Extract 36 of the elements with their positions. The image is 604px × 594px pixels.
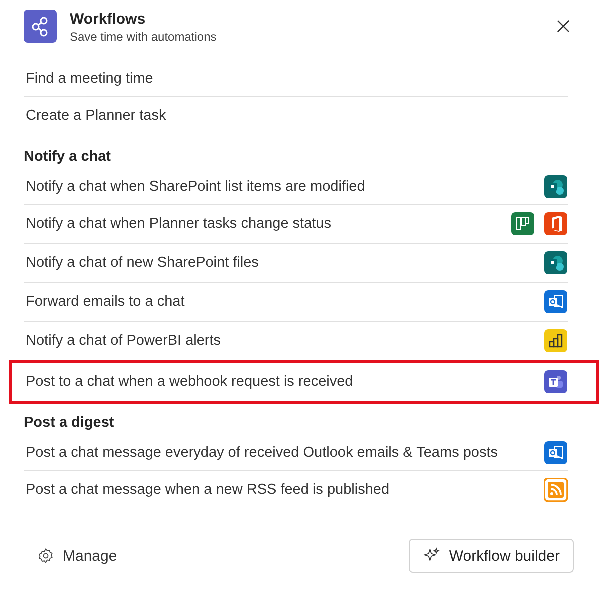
workflow-item[interactable]: Post to a chat when a webhook request is received: [12, 363, 596, 401]
workflow-item[interactable]: Post a chat message everyday of received Outlook emails & Teams posts: [24, 435, 568, 471]
workflow-label: Post a chat message when a new RSS feed is published: [26, 482, 390, 498]
workflow-item[interactable]: Create a Planner task: [24, 97, 568, 135]
workflow-builder-button[interactable]: Workflow builder: [409, 539, 574, 573]
workflow-label: Post a chat message everyday of received Outlook emails & Teams posts: [26, 444, 498, 460]
workflow-label: Post to a chat when a webhook request is received: [26, 374, 354, 390]
workflow-label: Notify a chat of PowerBI alerts: [26, 333, 222, 349]
section-heading: Post a digest: [24, 415, 116, 431]
section-heading: Notify a chat: [24, 149, 112, 165]
share-icon: [24, 10, 57, 43]
workflow-item[interactable]: Notify a chat when Planner tasks change status: [24, 205, 568, 244]
teams-icon: [544, 370, 568, 394]
manage-button[interactable]: Manage: [24, 547, 118, 565]
office-icon: [544, 212, 568, 236]
workflow-item[interactable]: Notify a chat when SharePoint list items are modified: [24, 169, 568, 205]
panel-title: Workflows: [70, 10, 147, 29]
workflow-label: Notify a chat when Planner tasks change status: [26, 216, 332, 232]
close-icon[interactable]: [557, 20, 570, 33]
workflow-item[interactable]: Find a meeting time: [24, 61, 568, 97]
workflow-item[interactable]: Notify a chat of new SharePoint files: [24, 244, 568, 283]
sharepoint-icon: [544, 174, 568, 198]
workflow-item[interactable]: Notify a chat of PowerBI alerts: [24, 322, 568, 361]
workflow-label: Forward emails to a chat: [26, 294, 185, 310]
workflow-item[interactable]: Forward emails to a chat: [24, 283, 568, 322]
outlook-icon: [544, 290, 568, 314]
outlook-icon: [544, 440, 568, 464]
workflow-item[interactable]: Post a chat message when a new RSS feed is published: [24, 471, 568, 509]
rss-icon: [544, 478, 568, 502]
bar-chart-icon: [544, 329, 568, 353]
workflow-label: Notify a chat of new SharePoint files: [26, 255, 259, 271]
panel-subtitle: Save time with automations: [70, 29, 218, 45]
sharepoint-icon: [544, 251, 568, 275]
settings-icon: [37, 547, 55, 565]
workflow-label: Notify a chat when SharePoint list items are modified: [26, 178, 366, 194]
planner-icon: [511, 212, 535, 236]
